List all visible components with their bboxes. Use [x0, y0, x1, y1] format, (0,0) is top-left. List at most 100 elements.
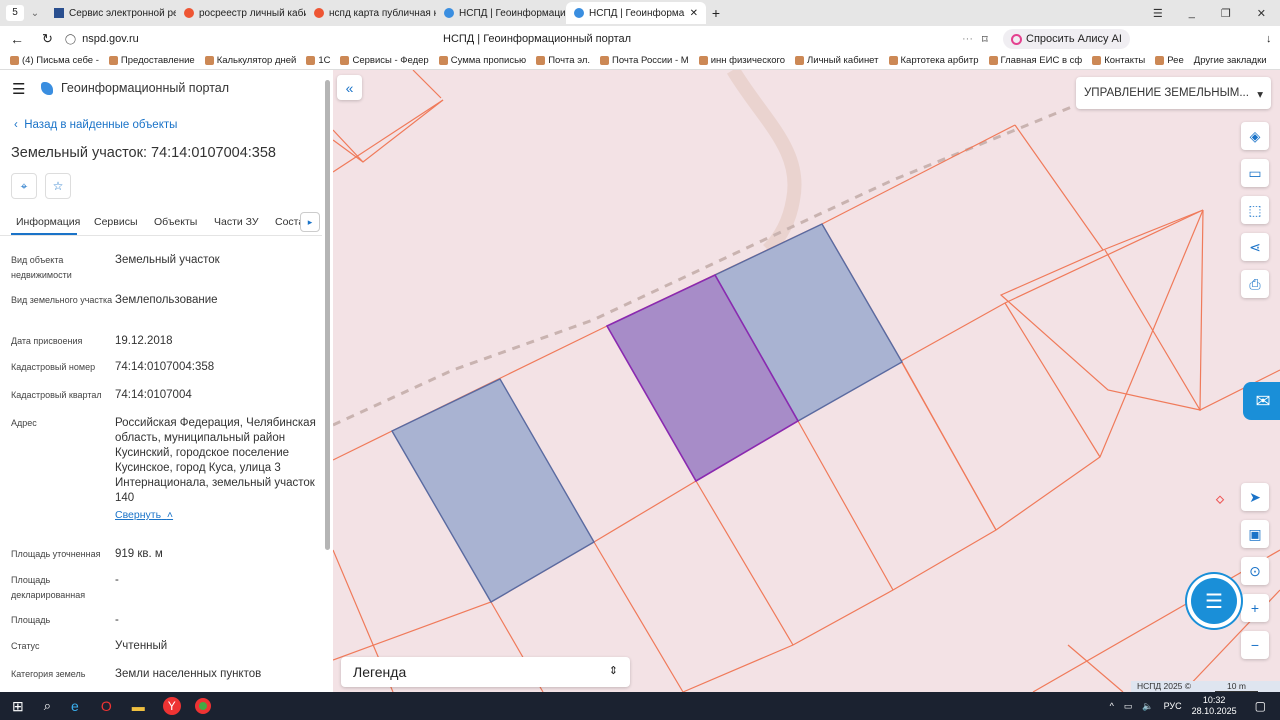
bookmark-item[interactable]: Главная ЕИС в сф: [988, 55, 1082, 66]
browser-tab[interactable]: нспд карта публичная кадастровая: [306, 2, 436, 24]
field-value: -: [115, 614, 119, 626]
minimize-icon[interactable]: _: [1189, 7, 1195, 20]
bookmarks-bar: (4) Письма себе - Предоставление Калькулят…: [0, 52, 1280, 70]
layer-select[interactable]: УПРАВЛЕНИЕ ЗЕМЕЛЬНЫМ... ▾: [1076, 77, 1271, 109]
bookmark-item[interactable]: Предоставление: [108, 55, 195, 66]
expand-icon: ⇕: [608, 665, 618, 677]
print-button[interactable]: ⎙: [1241, 270, 1269, 298]
other-bookmarks[interactable]: Другие закладки: [1194, 55, 1280, 66]
alice-button[interactable]: Спросить Алису AI: [1003, 29, 1130, 49]
neighbor-parcel[interactable]: [391, 378, 595, 603]
favorite-star-button[interactable]: ☆: [45, 173, 71, 199]
map-attribution: НСПД 2025 © 10 m: [1131, 681, 1280, 692]
dropdown-arrow-icon: ▾: [1257, 89, 1263, 101]
menu-icon[interactable]: ☰: [1153, 7, 1163, 20]
download-icon[interactable]: ↓: [1266, 33, 1272, 45]
address-bar: ← ↻ ◯ nspd.gov.ru НСПД | Геоинформационн…: [0, 26, 1280, 52]
page-title: НСПД | Геоинформационный портал: [443, 33, 632, 45]
search-icon[interactable]: ⌕: [44, 698, 51, 714]
field-label: Кадастровый квартал: [11, 390, 102, 400]
volume-icon[interactable]: 🔈: [1142, 701, 1153, 712]
language-indicator[interactable]: РУС: [1164, 701, 1182, 711]
new-tab-button[interactable]: +: [706, 5, 726, 21]
bookmark-item[interactable]: Почта эл.: [536, 55, 590, 66]
ruler-button[interactable]: ▭: [1241, 159, 1269, 187]
bookmark-favicon-icon: [10, 56, 19, 65]
url-field[interactable]: nspd.gov.ru: [82, 33, 139, 45]
map-canvas[interactable]: « УПРАВЛЕНИЕ ЗЕМЕЛЬНЫМ... ▾ ◈ ▭ ⬚ ⋖ ⎙ ✉ ➤…: [333, 70, 1280, 692]
clock[interactable]: 10:32 28.10.2025: [1192, 695, 1237, 717]
tab-objects[interactable]: Объекты: [154, 216, 197, 228]
tab-parts[interactable]: Части ЗУ: [214, 216, 259, 228]
bookmark-item[interactable]: 1С: [306, 55, 330, 66]
field-value: 74:14:0107004: [115, 389, 192, 401]
zoom-out-button[interactable]: −: [1241, 631, 1269, 659]
windows-start-icon[interactable]: ⊞: [12, 698, 24, 715]
bookmark-favicon-icon: [438, 56, 448, 65]
bookmark-favicon-icon: [536, 56, 546, 65]
bookmark-item[interactable]: инн физического: [698, 55, 785, 66]
reload-icon[interactable]: ↻: [42, 31, 53, 47]
tray-chevron-icon[interactable]: ^: [1110, 701, 1114, 711]
geolocation-button[interactable]: ➤: [1241, 483, 1269, 511]
bookmark-favicon-icon: [600, 56, 610, 65]
bookmark-icon[interactable]: ⌑: [982, 33, 988, 46]
chat-button[interactable]: ☰: [1191, 578, 1237, 624]
back-icon[interactable]: ←: [10, 31, 24, 47]
browser-tab[interactable]: НСПД | Геоинформационный: [436, 2, 566, 24]
object-title: Земельный участок: 74:14:0107004:358: [11, 145, 276, 161]
bookmark-item[interactable]: Сумма прописью: [438, 55, 526, 66]
bookmark-favicon-icon: [204, 56, 214, 65]
select-area-button[interactable]: ⬚: [1241, 196, 1269, 224]
location-pin-button[interactable]: ⊙: [1241, 557, 1269, 585]
bookmark-item[interactable]: Рее: [1155, 55, 1184, 66]
share-button[interactable]: ⋖: [1241, 233, 1269, 261]
explorer-icon[interactable]: ▬: [132, 699, 145, 714]
collapse-panel-button[interactable]: «: [337, 75, 362, 100]
layers-button[interactable]: ◈: [1241, 122, 1269, 150]
hamburger-icon[interactable]: ☰: [12, 80, 25, 98]
close-tab-icon[interactable]: ✕: [690, 8, 698, 19]
bookmark-item[interactable]: Картотека арбитр: [888, 55, 979, 66]
back-to-results-link[interactable]: ‹ Назад в найденные объекты: [14, 119, 177, 131]
yandex-browser-icon[interactable]: Y: [162, 697, 181, 715]
tabs-dropdown-icon[interactable]: ⌄: [24, 8, 46, 19]
bookmark-item[interactable]: Личный кабинет: [795, 55, 879, 66]
field-value: -: [115, 574, 119, 586]
field-value: Земельный участок: [115, 254, 220, 266]
browser-tab[interactable]: росреестр личный кабинет: [176, 2, 306, 24]
more-icon[interactable]: ···: [962, 33, 973, 45]
tab-count[interactable]: 5: [6, 5, 24, 21]
tabs-scroll-right-icon[interactable]: ▸: [300, 212, 320, 232]
browser-tab-active[interactable]: НСПД | Геоинформационный✕: [566, 2, 706, 24]
browser-tab[interactable]: Сервис электронной регистрации: [46, 2, 176, 24]
field-value: 74:14:0107004:358: [115, 361, 215, 373]
panel-scrollbar[interactable]: [325, 80, 330, 550]
locate-on-map-button[interactable]: ⌖: [11, 173, 37, 199]
restore-icon[interactable]: ❐: [1221, 7, 1231, 20]
network-icon[interactable]: ▭: [1124, 701, 1133, 712]
tab-information[interactable]: Информация: [16, 216, 80, 228]
nspd-icon: [444, 8, 454, 18]
legend-panel[interactable]: Легенда ⇕: [341, 657, 630, 687]
bookmark-item[interactable]: Почта России - М: [600, 55, 689, 66]
opera-icon[interactable]: O: [101, 698, 112, 714]
zoom-in-button[interactable]: +: [1241, 594, 1269, 622]
field-label: Статус: [11, 641, 40, 651]
address-value: Российская Федерация, Челябинская област…: [115, 417, 316, 504]
feedback-button[interactable]: ✉: [1243, 382, 1280, 420]
minimap-button[interactable]: ▣: [1241, 520, 1269, 548]
bookmark-favicon-icon: [888, 56, 898, 65]
tab-services[interactable]: Сервисы: [94, 216, 138, 228]
bookmark-favicon-icon: [1155, 56, 1165, 65]
chrome-icon[interactable]: [194, 698, 211, 714]
edge-icon[interactable]: e: [71, 698, 79, 714]
bookmark-item[interactable]: Сервисы - Федер: [340, 55, 429, 66]
bookmark-item[interactable]: (4) Письма себе -: [10, 55, 99, 66]
close-window-icon[interactable]: ✕: [1257, 7, 1266, 20]
notifications-icon[interactable]: ▢: [1255, 699, 1266, 713]
bookmark-favicon-icon: [988, 56, 998, 65]
bookmark-item[interactable]: Калькулятор дней: [204, 55, 296, 66]
bookmark-item[interactable]: Контакты: [1092, 55, 1145, 66]
collapse-link[interactable]: Свернуть ˄: [115, 508, 321, 523]
